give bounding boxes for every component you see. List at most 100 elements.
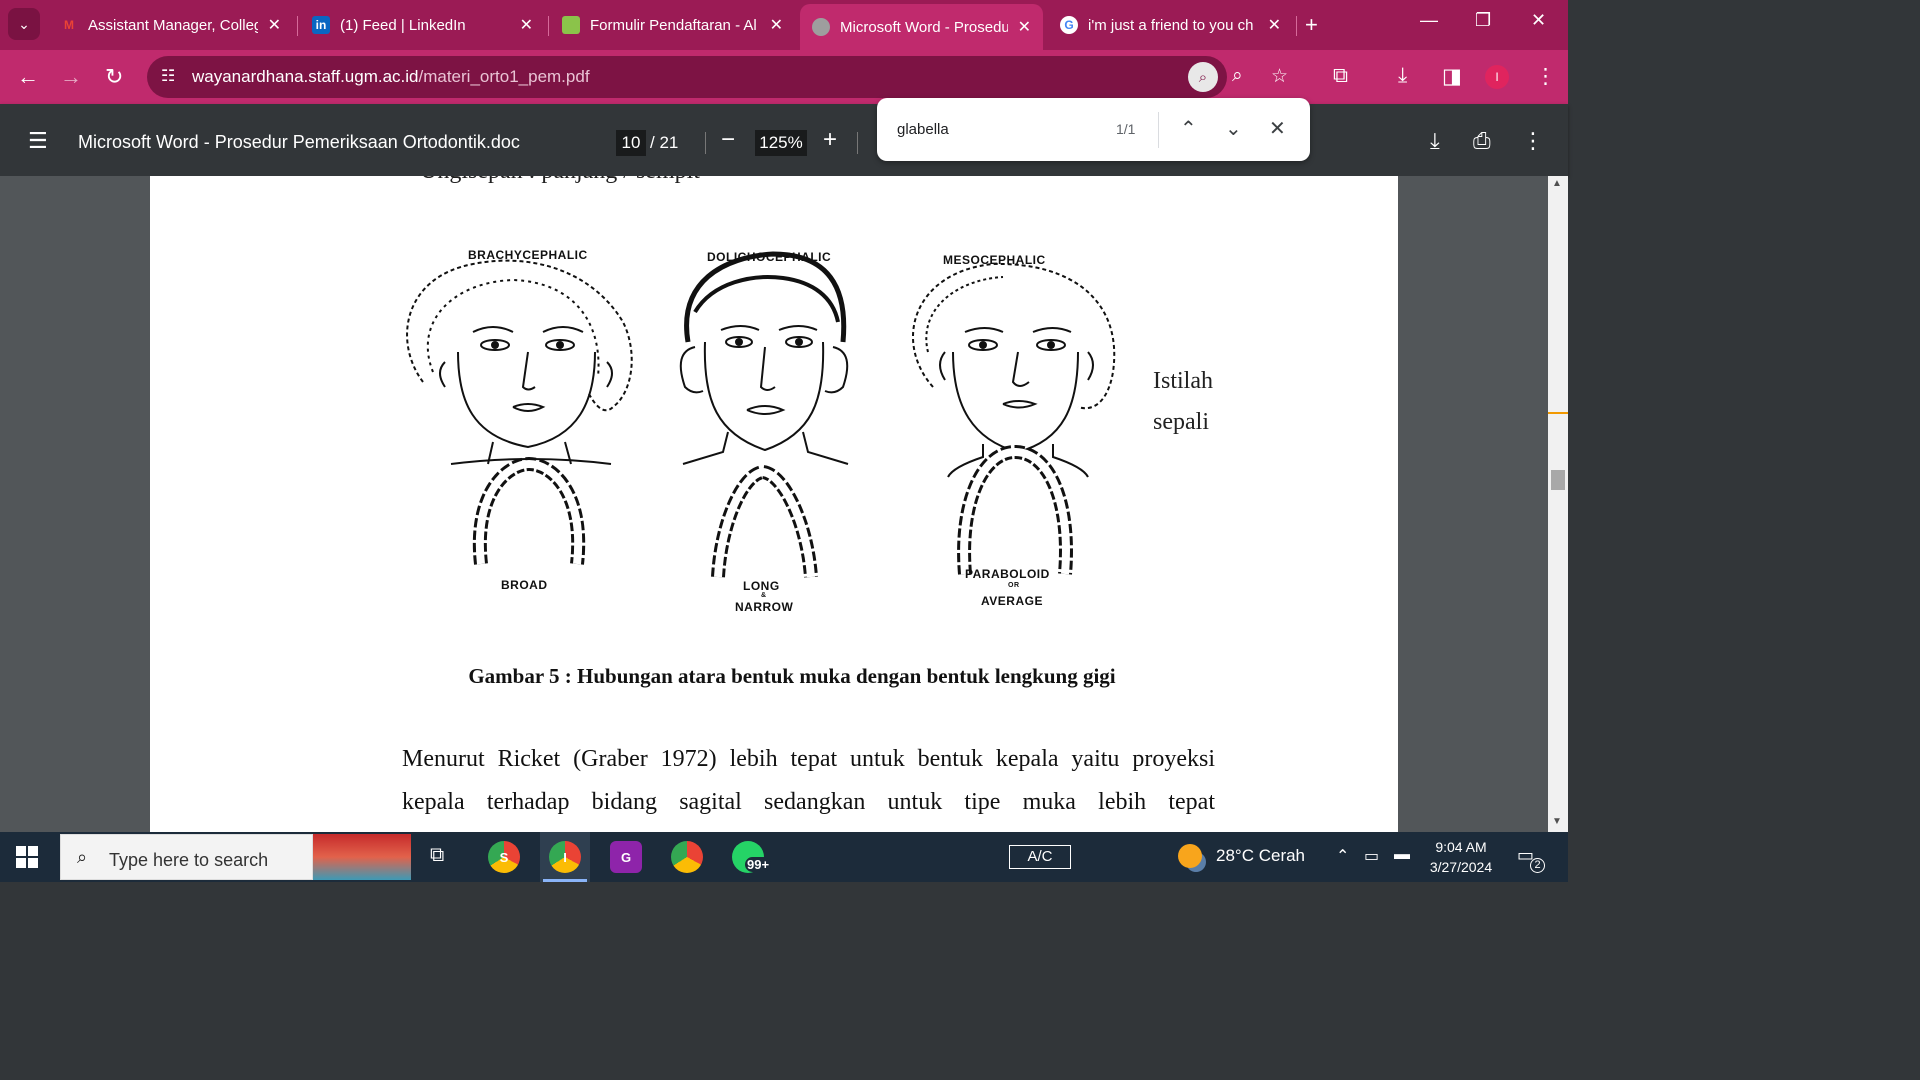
chrome-profile-s-icon[interactable]: S: [488, 841, 520, 873]
network-icon[interactable]: ▭: [1364, 846, 1379, 866]
search-icon: ⌕: [77, 847, 88, 867]
find-input[interactable]: glabella: [897, 121, 949, 138]
tab-forms[interactable]: Formulir Pendaftaran - Al ✕: [550, 4, 795, 46]
word: sedangkan: [764, 789, 866, 815]
tab-pdf-active[interactable]: Microsoft Word - Prosedur ✕: [800, 4, 1043, 50]
page-number-input[interactable]: 10: [616, 130, 646, 156]
word: bidang: [591, 789, 657, 815]
face-arch-figure: BRACHYCEPHALIC DOLICHOCEPHALIC MESOCEPHA…: [333, 202, 1135, 622]
find-next-icon[interactable]: ⌄: [1225, 116, 1242, 141]
print-icon[interactable]: ⎙: [1473, 128, 1491, 154]
find-bar: glabella 1/1 ⌃ ⌄ ✕: [877, 98, 1310, 161]
tab-title: Microsoft Word - Prosedur: [840, 18, 1008, 36]
tab-search-button[interactable]: ⌄: [8, 8, 40, 40]
tray-chevron-icon[interactable]: ⌃: [1336, 846, 1349, 866]
pdf-title: Microsoft Word - Prosedur Pemeriksaan Or…: [78, 132, 520, 152]
globe-icon: [812, 18, 830, 36]
minimize-icon[interactable]: —: [1420, 10, 1438, 31]
google-icon: G: [1060, 16, 1078, 34]
profile-avatar[interactable]: I: [1485, 65, 1509, 89]
lens-icon[interactable]: ⌕: [1188, 62, 1218, 92]
close-icon[interactable]: ✕: [1268, 15, 1281, 35]
reload-icon[interactable]: ↻: [105, 64, 123, 90]
clock-date: 3/27/2024: [1429, 859, 1493, 875]
address-bar[interactable]: ☷ wayanardhana.staff.ugm.ac.id/materi_or…: [147, 56, 1288, 98]
windows-start-icon[interactable]: [16, 846, 38, 868]
weather-widget[interactable]: 28°C Cerah: [1178, 844, 1305, 868]
word: kepala: [402, 789, 465, 815]
side-text-1: Istilah: [1153, 368, 1213, 394]
linkedin-icon: in: [312, 16, 330, 34]
gmail-icon: M: [64, 18, 74, 32]
browser-menu-icon[interactable]: ⋮: [1535, 64, 1556, 89]
find-match-marker: [1548, 412, 1568, 414]
taskbar-search-box[interactable]: ⌕ Type here to search: [60, 834, 313, 880]
new-tab-icon[interactable]: +: [1305, 12, 1318, 38]
zoom-in-icon[interactable]: +: [823, 126, 837, 154]
zoom-out-icon[interactable]: −: [721, 126, 735, 154]
label-broad: BROAD: [501, 578, 548, 592]
zoom-icon[interactable]: ⌕: [1232, 65, 1243, 87]
task-view-icon[interactable]: ⧉: [430, 844, 444, 867]
chrome-guest-icon[interactable]: [671, 841, 703, 873]
find-previous-icon[interactable]: ⌃: [1180, 116, 1197, 141]
windows-taskbar: ⌕ Type here to search ⧉ S I G 99+ A/C 28…: [0, 832, 1568, 882]
clock[interactable]: 9:04 AM 3/27/2024: [1422, 837, 1500, 877]
label-or: OR: [1008, 582, 1020, 589]
back-icon[interactable]: ←: [17, 64, 39, 90]
tab-linkedin[interactable]: in (1) Feed | LinkedIn ✕: [300, 4, 545, 46]
label-ampersand: &: [761, 592, 767, 599]
weather-text: 28°C Cerah: [1216, 846, 1306, 865]
tab-gmail[interactable]: M Assistant Manager, College ✕: [48, 4, 293, 46]
chrome-profile-i-icon[interactable]: I: [549, 841, 581, 873]
site-info-icon[interactable]: ☷: [161, 66, 175, 86]
search-highlight-image[interactable]: [313, 834, 411, 880]
tab-title: (1) Feed | LinkedIn: [340, 16, 466, 34]
scroll-up-icon[interactable]: ▲: [1552, 178, 1562, 189]
label-mesocephalic: MESOCEPHALIC: [943, 253, 1046, 267]
label-paraboloid: PARABOLOID: [965, 567, 1050, 581]
vertical-scrollbar[interactable]: ▲ ▼: [1548, 176, 1568, 832]
restore-icon[interactable]: ❐: [1475, 10, 1491, 31]
pdf-more-icon[interactable]: ⋮: [1522, 128, 1544, 154]
zoom-level-input[interactable]: 125%: [755, 130, 807, 156]
tab-separator: [548, 16, 549, 36]
tab-google[interactable]: G i'm just a friend to you ch ✕: [1048, 4, 1293, 46]
pdf-app-icon[interactable]: G: [610, 841, 642, 873]
figure-caption: Gambar 5 : Hubungan atara bentuk muka de…: [468, 664, 1116, 688]
label-brachycephalic: BRACHYCEPHALIC: [468, 248, 588, 262]
tab-title: Assistant Manager, College: [88, 16, 258, 34]
find-match-count: 1/1: [1116, 121, 1136, 137]
pdf-menu-icon[interactable]: ☰: [28, 128, 48, 154]
word: lebih: [1098, 789, 1147, 815]
tab-title: Formulir Pendaftaran - Al: [590, 16, 757, 34]
active-app-indicator: [543, 879, 587, 882]
scroll-thumb[interactable]: [1551, 470, 1565, 490]
word: tipe: [964, 789, 1001, 815]
word: terhadap: [486, 789, 570, 815]
tab-separator: [297, 16, 298, 36]
page-total: / 21: [650, 133, 679, 152]
window-close-icon[interactable]: ✕: [1531, 10, 1546, 31]
scroll-down-icon[interactable]: ▼: [1552, 816, 1562, 827]
close-icon[interactable]: ✕: [770, 15, 783, 35]
pdf-viewport[interactable]: Ungisepan : panjang / sempit: [0, 176, 1548, 832]
forward-icon[interactable]: →: [60, 64, 82, 90]
close-icon[interactable]: ✕: [520, 15, 533, 35]
downloads-icon[interactable]: ⤓: [1398, 64, 1407, 88]
pdf-download-icon[interactable]: ⤓: [1430, 128, 1440, 154]
bookmark-star-icon[interactable]: ☆: [1271, 65, 1288, 88]
forms-icon: [562, 16, 580, 34]
battery-icon[interactable]: ▬: [1394, 846, 1410, 864]
find-close-icon[interactable]: ✕: [1269, 116, 1286, 141]
paragraph-line-2: kepala terhadap bidang sagital sedangkan…: [402, 789, 1215, 816]
close-icon[interactable]: ✕: [268, 15, 281, 35]
word: sagital: [679, 789, 742, 815]
url-text[interactable]: wayanardhana.staff.ugm.ac.id/materi_orto…: [192, 67, 590, 87]
label-long: LONG: [743, 579, 780, 593]
paragraph-line-1: Menurut Ricket (Graber 1972) lebih tepat…: [402, 746, 1215, 772]
close-icon[interactable]: ✕: [1018, 17, 1031, 37]
extensions-icon[interactable]: ⧉: [1333, 64, 1348, 88]
side-panel-icon[interactable]: ◨: [1442, 64, 1462, 89]
ac-indicator[interactable]: A/C: [1009, 845, 1071, 869]
